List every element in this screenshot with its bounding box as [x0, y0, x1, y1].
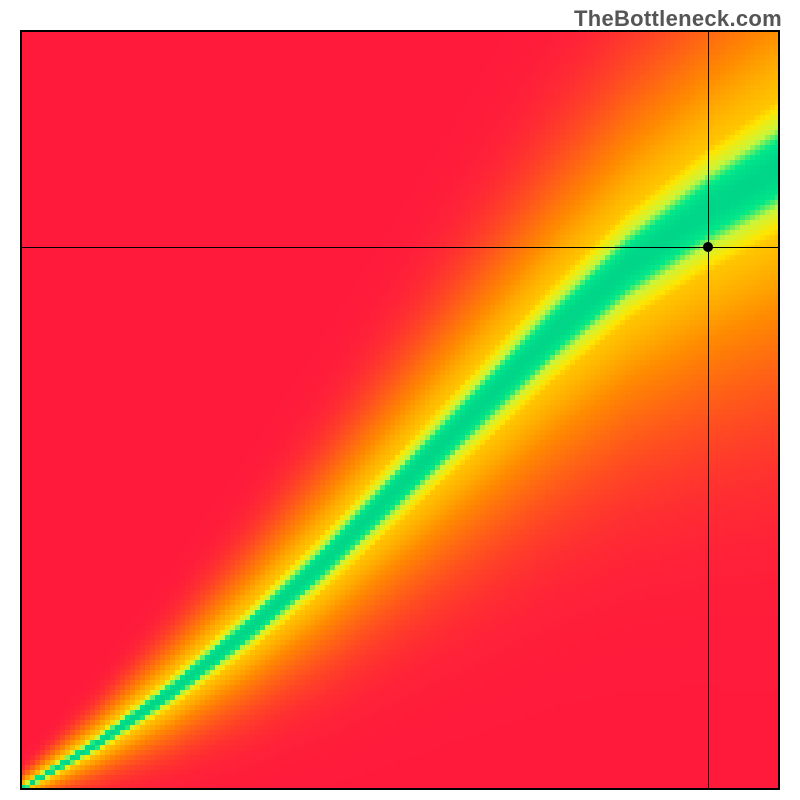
- chart-stage: TheBottleneck.com: [0, 0, 800, 800]
- watermark-text: TheBottleneck.com: [574, 6, 782, 32]
- heatmap-canvas: [20, 30, 780, 790]
- heatmap-plot: [20, 30, 780, 790]
